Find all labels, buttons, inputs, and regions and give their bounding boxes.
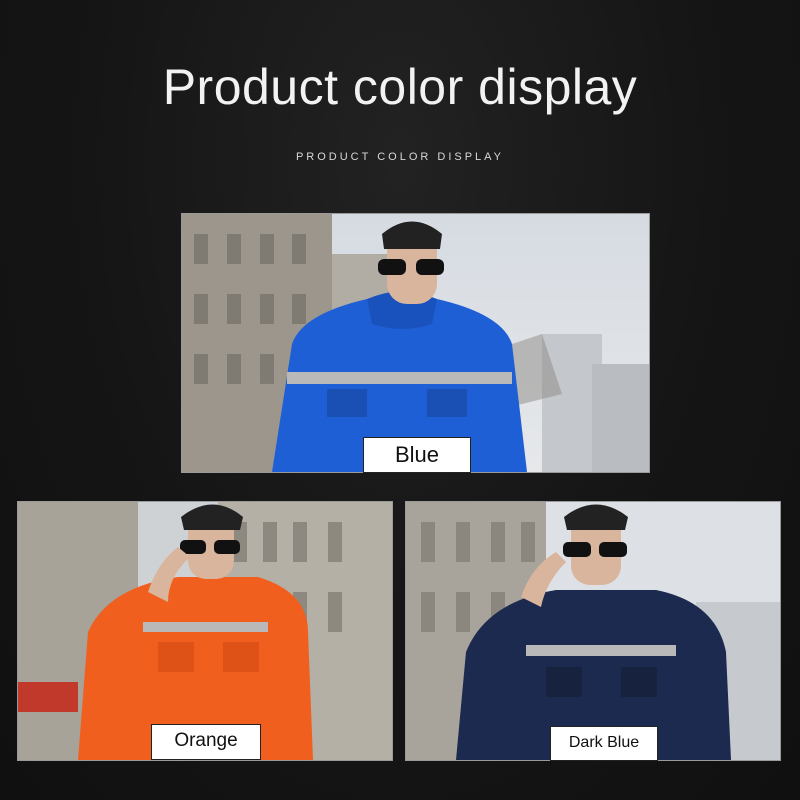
variant-label-dark-blue: Dark Blue <box>550 726 658 761</box>
product-photo-blue <box>181 213 650 473</box>
variant-label-orange: Orange <box>151 724 261 760</box>
product-photo-dark-blue <box>405 501 781 761</box>
variant-label-blue: Blue <box>363 437 471 473</box>
product-photo-orange <box>17 501 393 761</box>
dark-blue-photo-illustration <box>406 502 780 760</box>
page-subtitle: PRODUCT COLOR DISPLAY <box>295 151 505 163</box>
orange-photo-illustration <box>18 502 392 760</box>
blue-photo-illustration <box>182 214 649 472</box>
page-title: Product color display <box>162 59 638 115</box>
